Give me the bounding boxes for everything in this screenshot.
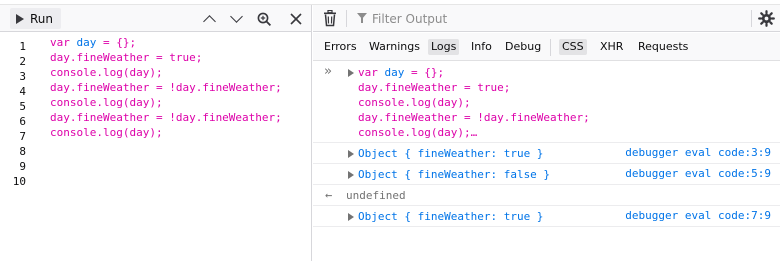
expand-twisty-icon[interactable] [348,150,354,158]
result-value: undefined [346,189,406,202]
search-button[interactable] [254,9,274,28]
editor-pane: Run 1 2 3 4 5 6 7 8 9 10 var day = {}; d… [0,5,312,261]
code-token: day.fineWeather = true; [50,51,203,64]
echo-line: console.log(day); [358,96,471,109]
previous-match-button[interactable] [199,9,219,28]
line-number: 4 [19,85,26,98]
expand-twisty-icon[interactable] [348,213,354,221]
console-toolbar [313,5,780,32]
result-arrow-icon: ← [325,188,333,202]
play-icon [16,13,24,24]
input-echo-message: » var day = {}; day.fineWeather = true; co… [313,62,780,143]
filter-tab-errors[interactable]: Errors [321,39,360,55]
source-location-link[interactable]: debugger eval code:7:9 [625,209,771,222]
line-number: 5 [19,100,26,113]
source-location-link[interactable]: debugger eval code:5:9 [625,167,771,180]
echo-line: var day = {}; [358,66,445,79]
line-number: 9 [19,160,26,173]
chevron-up-icon [202,14,216,28]
code-token: console.log(day); [50,66,163,79]
filter-tab-warnings[interactable]: Warnings [366,39,423,55]
log-message: Object { fineWeather: false } debugger e… [313,164,780,185]
close-icon [290,12,302,25]
echo-line: console.log(day);… [358,126,478,139]
code-token: = {}; [96,36,137,49]
search-icon [257,12,272,26]
expand-twisty-icon[interactable] [348,69,354,77]
code-token: var [50,36,77,49]
console-filter-bar: Errors Warnings Logs Info Debug CSS XHR … [313,33,780,61]
object-preview[interactable]: Object { fineWeather: true } [358,209,543,224]
code-line: day.fineWeather = !day.fineWeather; [50,110,282,125]
echo-line: day.fineWeather = true; [358,81,511,94]
expand-twisty-icon[interactable] [348,171,354,179]
line-number: 7 [19,130,26,143]
line-number: 1 [19,40,26,53]
code-line: day.fineWeather = true; [50,50,282,65]
filter-tab-requests[interactable]: Requests [635,39,691,55]
filter-tab-debug[interactable]: Debug [502,39,544,55]
line-number: 3 [19,70,26,83]
editor-toolbar: Run [0,5,311,32]
line-number: 6 [19,115,26,128]
line-number: 2 [19,55,26,68]
code-token: console.log(day); [50,126,163,139]
tabs-separator [550,39,551,56]
code-line: console.log(day); [50,95,282,110]
run-button[interactable]: Run [10,8,62,29]
clear-console-button[interactable] [320,9,340,28]
close-editor-button[interactable] [286,9,306,28]
trash-icon [324,10,336,27]
result-message: ← undefined [313,185,780,206]
code-editor[interactable]: var day = {}; day.fineWeather = true; cons… [50,35,282,140]
line-number-gutter: 1 2 3 4 5 6 7 8 9 10 [0,33,38,261]
toolbar-separator [346,10,347,27]
filter-tab-xhr[interactable]: XHR [597,39,626,55]
run-button-label: Run [30,11,54,26]
code-line: day.fineWeather = !day.fineWeather; [50,80,282,95]
filter-tab-logs[interactable]: Logs [428,39,460,55]
chevron-down-icon [229,10,243,23]
object-preview[interactable]: Object { fineWeather: false } [358,167,550,182]
code-token: console.log(day); [50,96,163,109]
source-location-link[interactable]: debugger eval code:3:9 [625,146,771,159]
code-token: day.fineWeather = !day.fineWeather; [50,81,282,94]
echo-line: day.fineWeather = !day.fineWeather; [358,111,590,124]
prompt-chevron-icon: » [324,64,332,79]
code-line: var day = {}; [50,35,282,50]
code-line: console.log(day); [50,125,282,140]
filter-tab-css[interactable]: CSS [559,39,587,55]
line-number: 10 [12,175,26,188]
code-token: day [76,36,97,49]
console-pane: Errors Warnings Logs Info Debug CSS XHR … [313,5,780,261]
console-settings-button[interactable] [756,9,776,28]
object-preview[interactable]: Object { fineWeather: true } [358,146,543,161]
line-number: 8 [19,145,26,158]
log-message: Object { fineWeather: true } debugger ev… [313,206,780,227]
code-line: console.log(day); [50,65,282,80]
gear-icon [757,10,775,27]
filter-tab-info[interactable]: Info [468,39,495,55]
next-match-button[interactable] [226,9,246,28]
code-token: day.fineWeather = !day.fineWeather; [50,111,282,124]
filter-output-input[interactable] [350,9,730,28]
input-echo-code[interactable]: var day = {}; day.fineWeather = true; cons… [358,65,590,140]
log-message: Object { fineWeather: true } debugger ev… [313,143,780,164]
toolbar-separator [751,10,752,27]
